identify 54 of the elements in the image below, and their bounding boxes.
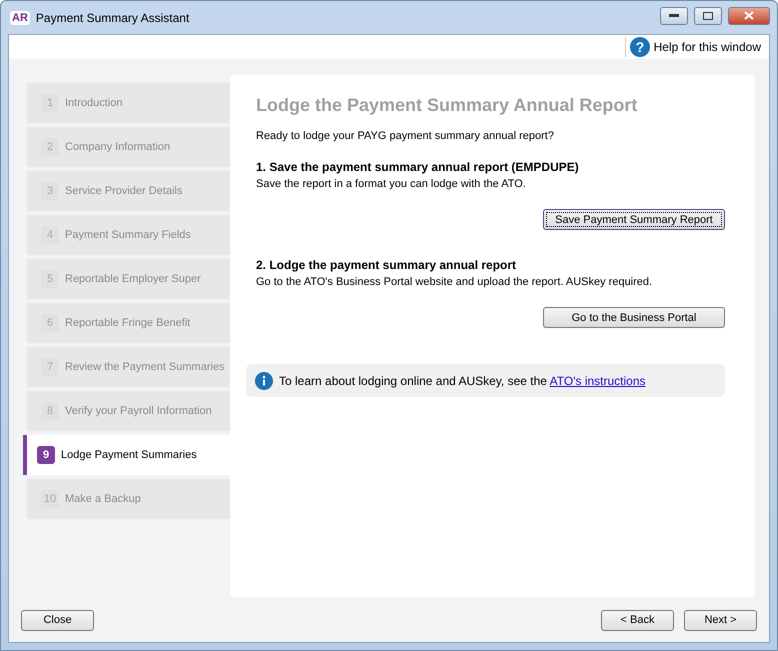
- page-heading: Lodge the Payment Summary Annual Report: [256, 95, 638, 116]
- section-title: 2. Lodge the payment summary annual report: [256, 258, 518, 272]
- step-label: Service Provider Details: [65, 185, 182, 197]
- window-title: Payment Summary Assistant: [36, 10, 190, 24]
- step-item[interactable]: 6 Reportable Fringe Benefit: [27, 303, 230, 343]
- step-number: 6: [41, 314, 59, 332]
- step-label: Company Information: [65, 141, 170, 153]
- step-label: Make a Backup: [65, 493, 141, 505]
- step-item[interactable]: 9 Lodge Payment Summaries: [23, 435, 230, 475]
- section-text: Go to the ATO's Business Portal website and upload the report. AUSkey required.: [256, 276, 654, 288]
- step-item[interactable]: 4 Payment Summary Fields: [27, 215, 230, 255]
- minimize-button[interactable]: [660, 6, 688, 24]
- step-label: Review the Payment Summaries: [65, 361, 225, 373]
- maximize-button[interactable]: [694, 6, 722, 24]
- step-number: 10: [41, 490, 59, 508]
- minimize-icon: [669, 14, 679, 18]
- info-text: To learn about lodging online and AUSkey, see the ATO's instructions: [279, 374, 646, 388]
- step-number: 5: [41, 270, 59, 288]
- step-item[interactable]: 5 Reportable Employer Super: [27, 259, 230, 299]
- step-number: 1: [41, 94, 59, 112]
- close-window-button[interactable]: [728, 6, 770, 24]
- step-label: Verify your Payroll Information: [65, 405, 212, 417]
- action-button[interactable]: Go to the Business Portal: [543, 307, 725, 328]
- step-label: Lodge Payment Summaries: [61, 449, 197, 461]
- step-label: Reportable Employer Super: [65, 273, 201, 285]
- step-number: 9: [37, 446, 55, 464]
- step-number: 2: [41, 138, 59, 156]
- app-logo: AR: [10, 10, 30, 24]
- step-number: 8: [41, 402, 59, 420]
- step-item[interactable]: 3 Service Provider Details: [27, 171, 230, 211]
- help-link[interactable]: ? Help for this window: [624, 37, 761, 57]
- close-button[interactable]: Close: [21, 610, 94, 630]
- step-label: Payment Summary Fields: [65, 229, 191, 241]
- step-number: 7: [41, 358, 59, 376]
- maximize-icon: [703, 12, 713, 20]
- step-item[interactable]: 2 Company Information: [27, 127, 230, 167]
- action-button[interactable]: Save Payment Summary Report: [543, 209, 725, 230]
- step-item[interactable]: 7 Review the Payment Summaries: [27, 347, 230, 387]
- section-title: 1. Save the payment summary annual report (EMPDUPE): [256, 160, 580, 174]
- instructions-link[interactable]: ATO's instructions: [550, 374, 646, 388]
- step-item[interactable]: 10 Make a Backup: [27, 479, 230, 519]
- step-item[interactable]: 1 Introduction: [27, 83, 230, 123]
- step-label: Introduction: [65, 97, 122, 109]
- step-number: 4: [41, 226, 59, 244]
- section-text: Save the report in a format you can lodge with the ATO.: [256, 178, 527, 190]
- step-item[interactable]: 8 Verify your Payroll Information: [27, 391, 230, 431]
- intro-text: Ready to lodge your PAYG payment summary annual report?: [256, 130, 555, 142]
- step-number: 3: [41, 182, 59, 200]
- back-button[interactable]: < Back: [601, 610, 674, 630]
- next-button[interactable]: Next >: [684, 610, 757, 630]
- step-label: Reportable Fringe Benefit: [65, 317, 190, 329]
- close-icon: [744, 11, 754, 20]
- info-icon: [255, 372, 273, 390]
- help-icon: ?: [630, 37, 650, 57]
